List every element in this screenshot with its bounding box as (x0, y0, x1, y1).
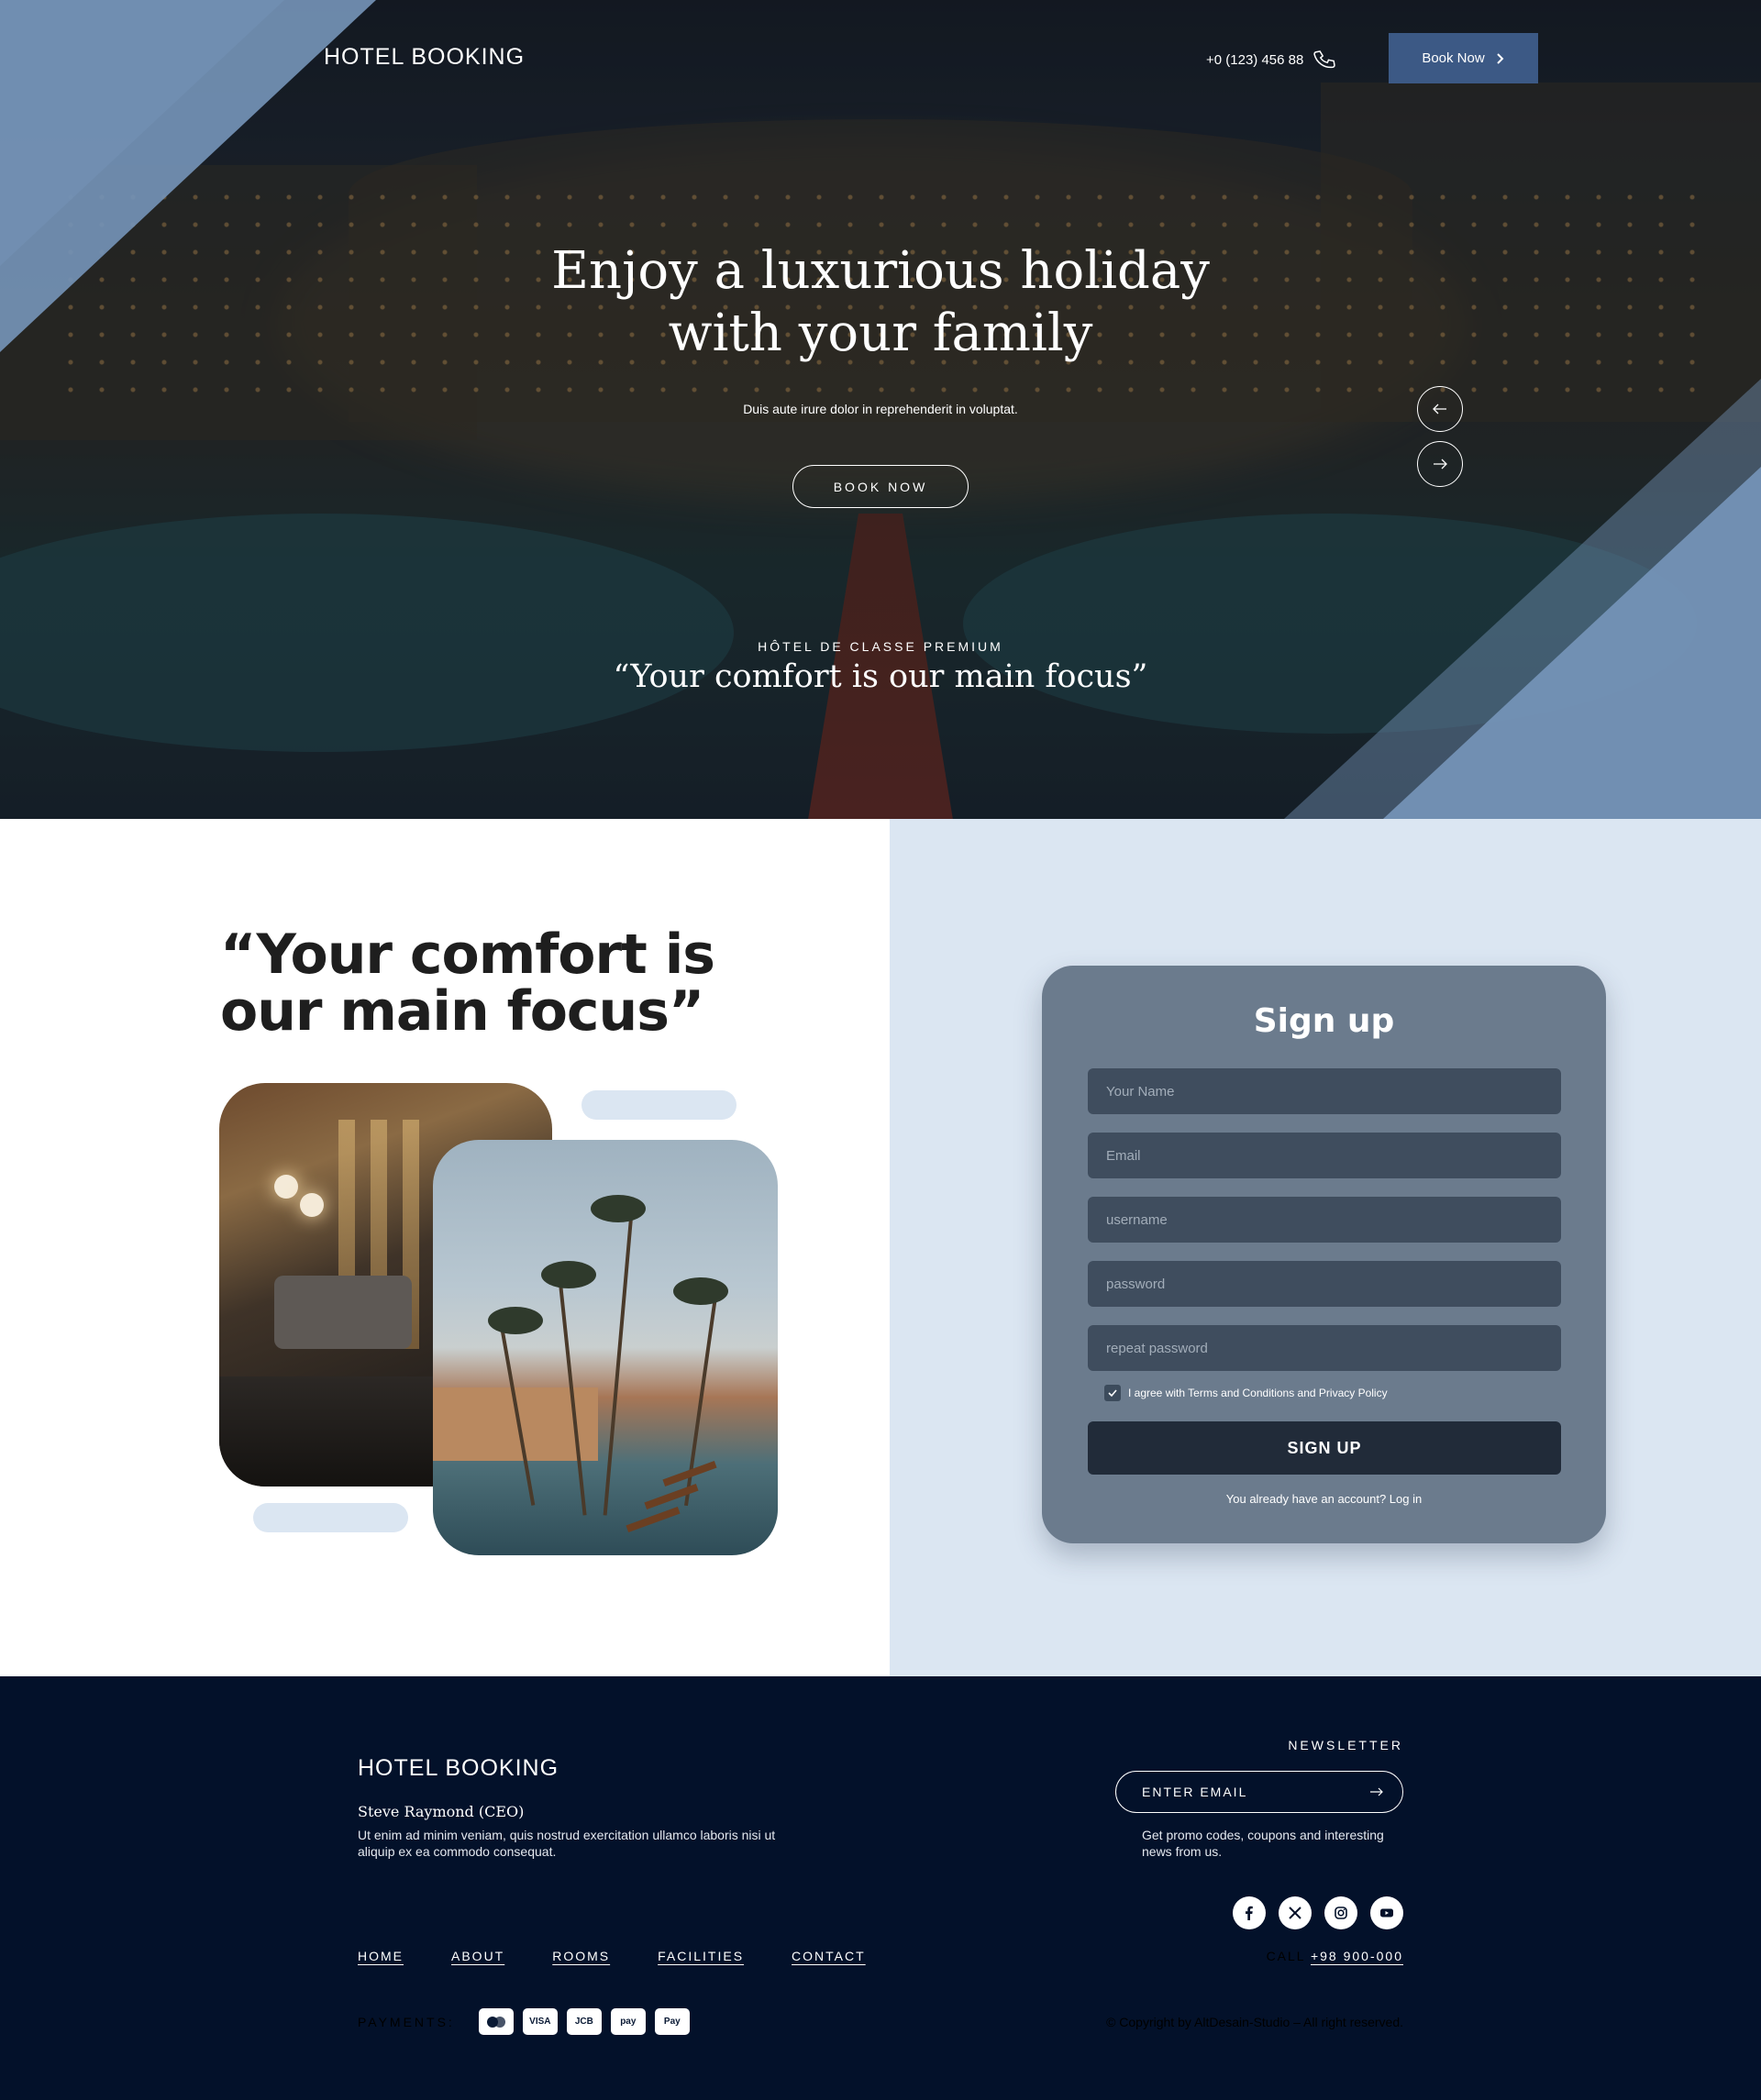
arrow-right-icon (1370, 1787, 1383, 1796)
interior-sofa (274, 1276, 412, 1349)
check-icon (1108, 1389, 1117, 1398)
footer: HOTEL BOOKING Steve Raymond (CEO) Ut eni… (0, 1676, 1761, 2100)
terms-agreement: I agree with Terms and Conditions and Pr… (1104, 1385, 1388, 1401)
x-icon (1289, 1907, 1301, 1919)
sign-up-button[interactable]: SIGN UP (1088, 1421, 1561, 1475)
repeat-password-field[interactable] (1088, 1325, 1561, 1371)
signup-card: Sign up I agree with Terms and Condition… (1042, 966, 1606, 1543)
palm-tree (488, 1307, 543, 1334)
payment-methods: PAYMENTS: VISA JCB pay Pay (358, 2008, 690, 2035)
footer-call: CALL +98 900-000 (1156, 1949, 1403, 1963)
instagram-link[interactable] (1324, 1896, 1357, 1929)
mastercard-icon (478, 2008, 514, 2035)
youtube-link[interactable] (1370, 1896, 1403, 1929)
newsletter-note: Get promo codes, coupons and interesting… (1142, 1828, 1384, 1859)
hero-title: Enjoy a luxurious holiday with your fami… (422, 240, 1339, 365)
username-field[interactable] (1088, 1197, 1561, 1243)
hero-subtitle: Duis aute irure dolor in reprehenderit i… (743, 402, 1018, 416)
name-field[interactable] (1088, 1068, 1561, 1114)
phone-icon (1313, 50, 1336, 69)
signup-title: Sign up (1253, 1002, 1395, 1040)
x-link[interactable] (1279, 1896, 1312, 1929)
copyright: © Copyright by AltDesain-Studio – All ri… (1106, 2015, 1403, 2029)
newsletter-label: NEWSLETTER (1288, 1738, 1403, 1752)
social-links (1233, 1896, 1403, 1929)
about-quote-line1: “Your comfort is (220, 923, 715, 987)
arrow-right-icon (1434, 459, 1447, 470)
footer-description: Ut enim ad minim veniam, quis nostrud ex… (358, 1828, 776, 1859)
terms-label: I agree with Terms and Conditions and Pr… (1128, 1387, 1388, 1399)
about-quote: “Your comfort is our main focus” (220, 926, 734, 1040)
lamp-light (274, 1175, 298, 1199)
paypal-icon: pay (610, 2008, 646, 2035)
hero-title-line2: with your family (668, 304, 1093, 363)
nav-rooms[interactable]: ROOMS (552, 1949, 610, 1963)
site-logo[interactable]: HOTEL BOOKING (324, 44, 525, 71)
nav-contact[interactable]: CONTACT (792, 1949, 866, 1963)
decor-pill (253, 1503, 408, 1532)
login-link[interactable]: You already have an account? Log in (1042, 1492, 1606, 1506)
palm-tree (603, 1213, 634, 1516)
email-field[interactable] (1088, 1133, 1561, 1178)
pool-lounger (644, 1483, 699, 1510)
palm-tree (591, 1195, 646, 1222)
pool-lounger (626, 1506, 681, 1533)
nav-about[interactable]: ABOUT (451, 1949, 504, 1963)
hero-quote: “Your comfort is our main focus” (613, 658, 1148, 695)
hero-kicker: HÔTEL DE CLASSE PREMIUM (758, 639, 1003, 654)
lamp-light (300, 1193, 324, 1217)
facebook-icon (1246, 1906, 1253, 1920)
header-book-now-button[interactable]: Book Now (1389, 33, 1538, 83)
hero-book-now-button[interactable]: BOOK NOW (792, 465, 969, 508)
decor-pill (581, 1090, 737, 1120)
apple-pay-icon: Pay (654, 2008, 690, 2035)
facebook-link[interactable] (1233, 1896, 1266, 1929)
footer-logo[interactable]: HOTEL BOOKING (358, 1755, 559, 1782)
instagram-icon (1335, 1907, 1347, 1919)
password-field[interactable] (1088, 1261, 1561, 1307)
slider-prev-button[interactable] (1417, 386, 1463, 432)
slider-next-button[interactable] (1417, 441, 1463, 487)
phone-number: +0 (123) 456 88 (1206, 51, 1304, 68)
newsletter-email-input[interactable] (1115, 1771, 1403, 1813)
footer-ceo: Steve Raymond (CEO) (358, 1803, 525, 1820)
palm-tree (541, 1261, 596, 1288)
arrow-left-icon (1433, 403, 1446, 414)
newsletter-submit-button[interactable] (1367, 1783, 1387, 1801)
chevron-right-icon (1496, 52, 1504, 64)
hero-section: HOTEL BOOKING +0 (123) 456 88 Book Now E… (0, 0, 1761, 819)
call-label: CALL (1266, 1949, 1306, 1963)
nav-facilities[interactable]: FACILITIES (658, 1949, 744, 1963)
call-number-link[interactable]: +98 900-000 (1311, 1949, 1403, 1963)
book-now-label: Book Now (1422, 50, 1485, 66)
jcb-icon: JCB (566, 2008, 602, 2035)
resort-photo (433, 1140, 778, 1555)
terms-checkbox[interactable] (1104, 1385, 1121, 1401)
payments-label: PAYMENTS: (358, 2014, 455, 2029)
about-quote-line2: our main focus” (220, 979, 704, 1044)
hero-title-line1: Enjoy a luxurious holiday (551, 241, 1210, 301)
palm-tree (673, 1277, 728, 1305)
header-phone[interactable]: +0 (123) 456 88 (1206, 48, 1336, 72)
visa-icon: VISA (522, 2008, 558, 2035)
nav-home[interactable]: HOME (358, 1949, 404, 1963)
footer-nav: HOME ABOUT ROOMS FACILITIES CONTACT (358, 1949, 866, 1963)
youtube-icon (1380, 1908, 1393, 1918)
